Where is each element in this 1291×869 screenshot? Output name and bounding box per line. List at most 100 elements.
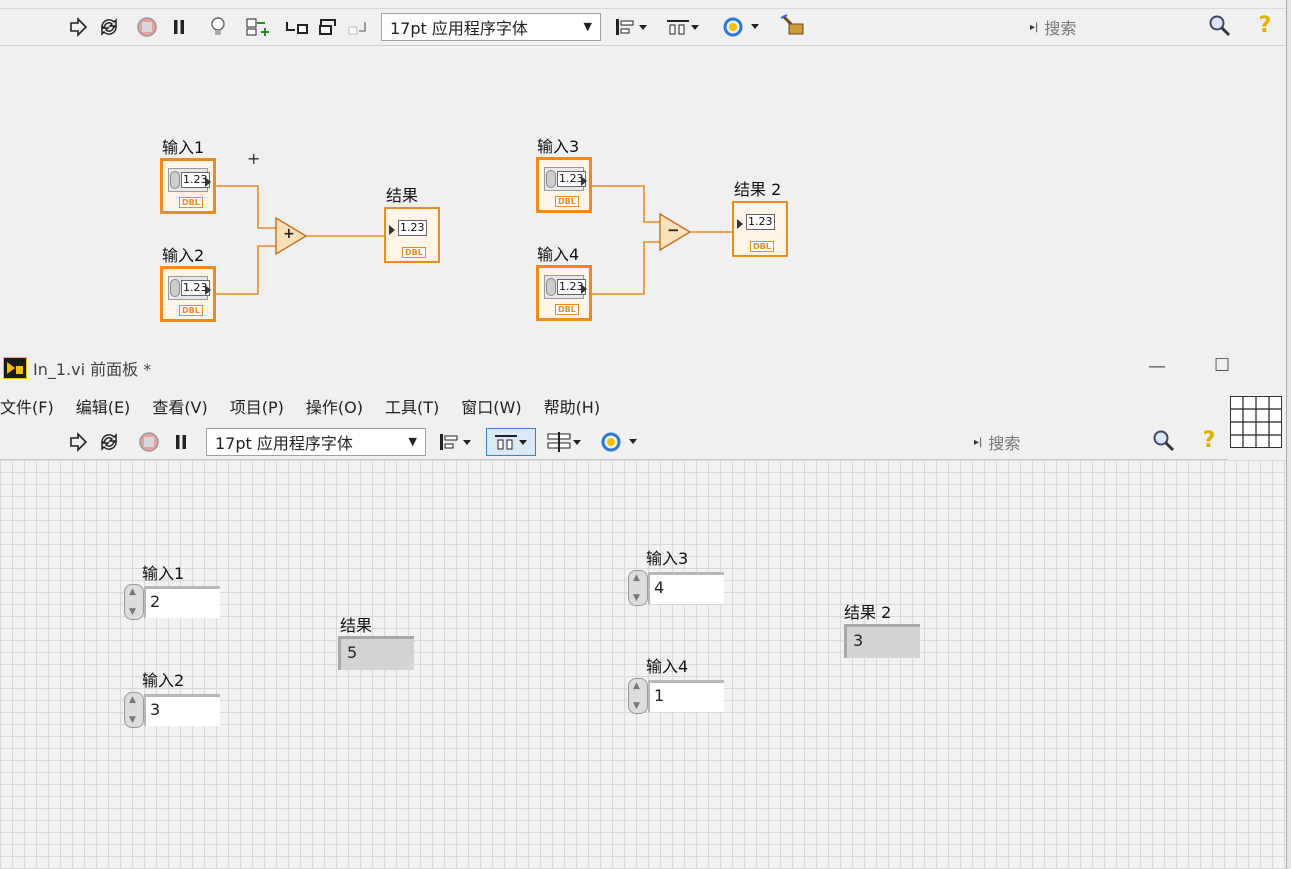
menu-tools[interactable]: 工具(T)	[385, 394, 439, 418]
help-icon[interactable]: ?	[1196, 428, 1222, 453]
labview-screen: 17pt 应用程序字体 ▼ ▸| 搜索 ? + − + 输入1 1.23 DBL…	[0, 0, 1291, 869]
menu-operate[interactable]: 操作(O)	[306, 394, 363, 418]
terminal-value: 1.23	[398, 220, 427, 236]
numeric-control-in2[interactable]: 3	[124, 692, 220, 728]
search-icon[interactable]	[1206, 14, 1234, 38]
terminal-value: 1.23	[746, 214, 775, 230]
numeric-field[interactable]: 4	[648, 572, 724, 604]
terminal-in4[interactable]: 1.23 DBL	[536, 265, 592, 321]
type-badge: DBL	[555, 196, 579, 207]
menu-view[interactable]: 查看(V)	[152, 394, 207, 418]
reorder-icon[interactable]	[720, 15, 762, 39]
control-label-in1: 输入1	[142, 564, 185, 583]
step-over-icon[interactable]	[316, 15, 342, 39]
reorder-icon[interactable]	[598, 430, 640, 454]
numeric-field[interactable]: 3	[144, 694, 220, 726]
search-input[interactable]: ▸| 搜索	[974, 430, 1124, 454]
caret-right-icon: ▸|	[974, 436, 983, 448]
type-badge: DBL	[750, 241, 774, 252]
front-panel-titlebar: In_1.vi 前面板 * — ☐	[0, 352, 1291, 384]
spinner-icon	[546, 278, 556, 296]
block-diagram-toolbar: 17pt 应用程序字体 ▼ ▸| 搜索 ?	[0, 8, 1291, 46]
pause-icon[interactable]	[170, 430, 192, 454]
terminal-out2[interactable]: 1.23 DBL	[732, 201, 788, 257]
pause-icon[interactable]	[168, 15, 190, 39]
type-badge: DBL	[402, 247, 426, 258]
numeric-field[interactable]: 1	[648, 680, 724, 712]
increment-decrement-icon[interactable]	[124, 584, 144, 620]
retain-wire-values-icon[interactable]	[244, 15, 272, 39]
block-diagram-canvas[interactable]: + − + 输入1 1.23 DBL 输入2 1.23 DBL 结果 1.23 …	[0, 46, 1291, 344]
search-input[interactable]: ▸| 搜索	[1030, 15, 1180, 39]
terminal-out1[interactable]: 1.23 DBL	[384, 207, 440, 263]
front-panel-canvas[interactable]: 输入1 2 输入2 3 结果 5 输入3 4 输入4 1 结果 2 3	[0, 460, 1288, 869]
type-badge: DBL	[555, 304, 579, 315]
align-objects-icon[interactable]	[612, 15, 650, 39]
terminal-label-out2: 结果 2	[734, 180, 782, 199]
run-continuously-icon[interactable]	[96, 430, 122, 454]
align-objects-icon[interactable]	[436, 430, 474, 454]
resize-objects-icon[interactable]	[544, 430, 584, 454]
step-out-icon[interactable]	[346, 15, 370, 39]
spinner-icon	[546, 170, 556, 188]
indicator-label-out1: 结果	[340, 616, 373, 635]
run-icon[interactable]	[66, 430, 90, 454]
highlight-execution-icon[interactable]	[206, 15, 230, 39]
subtract-symbol: −	[667, 221, 680, 239]
output-arrow-icon	[205, 177, 211, 187]
terminal-label-in2: 输入2	[162, 246, 205, 265]
front-panel-toolbar: 17pt 应用程序字体 ▼ ▸| 搜索 ?	[0, 422, 1228, 460]
menu-window[interactable]: 窗口(W)	[461, 394, 521, 418]
abort-icon[interactable]	[136, 430, 162, 454]
terminal-in3[interactable]: 1.23 DBL	[536, 157, 592, 213]
increment-decrement-icon[interactable]	[124, 692, 144, 728]
add-symbol: +	[283, 226, 295, 242]
maximize-button[interactable]: ☐	[1214, 355, 1230, 376]
output-arrow-icon	[581, 176, 587, 186]
numeric-indicator-out1: 5	[338, 636, 414, 670]
connector-pane-icon[interactable]	[1230, 396, 1282, 448]
menu-bar: 文件(F) 编辑(E) 查看(V) 项目(P) 操作(O) 工具(T) 窗口(W…	[0, 390, 1228, 422]
run-continuously-icon[interactable]	[96, 15, 122, 39]
window-right-edge	[1286, 0, 1291, 869]
menu-help[interactable]: 帮助(H)	[544, 394, 601, 418]
spinner-icon	[170, 279, 180, 297]
distribute-objects-icon[interactable]	[664, 15, 702, 39]
numeric-control-in3[interactable]: 4	[628, 570, 724, 606]
search-icon[interactable]	[1150, 429, 1178, 453]
help-icon[interactable]: ?	[1252, 13, 1278, 38]
font-select[interactable]: 17pt 应用程序字体 ▼	[381, 13, 601, 41]
crosshair-cursor: +	[247, 149, 261, 168]
increment-decrement-icon[interactable]	[628, 570, 648, 606]
control-label-in2: 输入2	[142, 671, 185, 690]
distribute-objects-icon[interactable]	[486, 428, 536, 456]
run-icon[interactable]	[66, 15, 90, 39]
numeric-indicator-out2: 3	[844, 624, 920, 658]
output-arrow-icon	[581, 284, 587, 294]
menu-project[interactable]: 项目(P)	[230, 394, 284, 418]
menu-file[interactable]: 文件(F)	[0, 394, 54, 418]
font-select-value: 17pt 应用程序字体	[215, 434, 353, 453]
type-badge: DBL	[179, 197, 203, 208]
input-arrow-icon	[737, 219, 743, 229]
abort-icon[interactable]	[134, 15, 160, 39]
chevron-down-icon: ▼	[408, 435, 417, 448]
caret-right-icon: ▸|	[1030, 21, 1039, 33]
search-placeholder: 搜索	[988, 434, 1021, 453]
terminal-in2[interactable]: 1.23 DBL	[160, 266, 216, 322]
type-badge: DBL	[179, 305, 203, 316]
numeric-control-in1[interactable]: 2	[124, 584, 220, 620]
minimize-button[interactable]: —	[1148, 356, 1166, 377]
control-label-in3: 输入3	[646, 549, 689, 568]
input-arrow-icon	[389, 225, 395, 235]
font-select-value: 17pt 应用程序字体	[390, 19, 528, 38]
increment-decrement-icon[interactable]	[628, 678, 648, 714]
control-label-in4: 输入4	[646, 657, 689, 676]
font-select[interactable]: 17pt 应用程序字体 ▼	[206, 428, 426, 456]
menu-edit[interactable]: 编辑(E)	[76, 394, 131, 418]
numeric-field[interactable]: 2	[144, 586, 220, 618]
clean-up-diagram-icon[interactable]	[776, 13, 810, 37]
numeric-control-in4[interactable]: 1	[628, 678, 724, 714]
terminal-in1[interactable]: 1.23 DBL	[160, 158, 216, 214]
step-into-icon[interactable]	[284, 15, 310, 39]
